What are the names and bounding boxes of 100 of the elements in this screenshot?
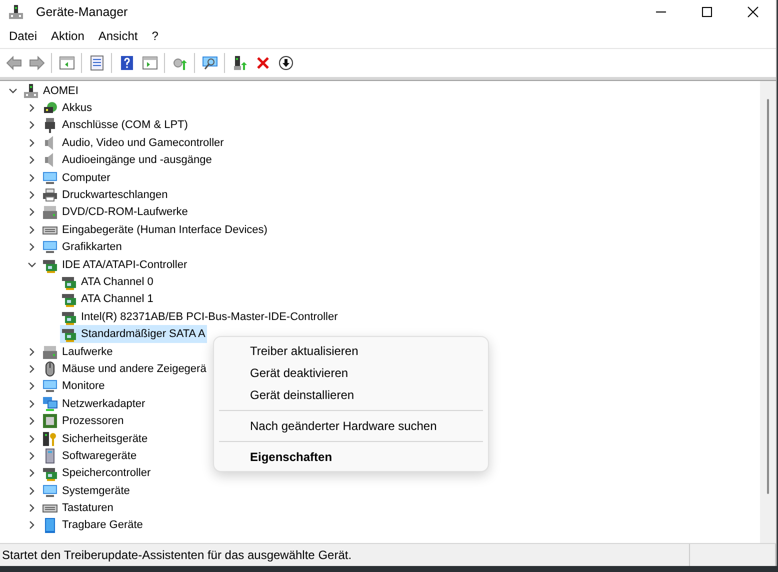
tree-item[interactable]: Monitore: [41, 378, 107, 396]
expand-chevron-icon[interactable]: [27, 398, 37, 409]
tree-label: AOMEI: [43, 84, 78, 97]
drive-icon: [42, 344, 58, 360]
computer-icon: [23, 82, 39, 99]
status-text: Startet den Treiberupdate-Assistenten für das ausgewählte Gerät.: [1, 547, 353, 564]
tree-label: Intel(R) 82371AB/EB PCI-Bus-Master-IDE-Controller: [81, 310, 338, 323]
tree-item[interactable]: Mäuse und andere Zeigegerä: [41, 360, 208, 378]
expand-chevron-icon[interactable]: [27, 138, 37, 148]
collapse-chevron-icon[interactable]: [27, 260, 37, 270]
back-icon: [6, 55, 22, 71]
tree-item[interactable]: Laufwerke: [41, 342, 115, 360]
expand-chevron-icon[interactable]: [27, 364, 37, 374]
expand-chevron-icon[interactable]: [27, 120, 37, 130]
tree-item[interactable]: Tragbare Geräte: [41, 516, 145, 534]
tree-item[interactable]: Eingabegeräte (Human Interface Devices): [41, 221, 270, 239]
menu-item[interactable]: Datei: [2, 26, 44, 46]
tree-item[interactable]: Speichercontroller: [41, 464, 153, 482]
monitor-icon: [42, 378, 58, 394]
expand-chevron-icon[interactable]: [27, 103, 37, 114]
tree-label: Tragbare Geräte: [62, 519, 143, 532]
computer-icon: [8, 4, 24, 20]
tree-label: Netzwerkadapter: [62, 398, 146, 410]
tree-label: Eingabegeräte (Human Interface Devices): [62, 224, 268, 236]
tree-label: Sicherheitsgeräte: [62, 432, 148, 444]
tree-item[interactable]: Softwaregeräte: [41, 447, 139, 465]
tree-item[interactable]: ATA Channel 0: [60, 273, 156, 291]
tree-label: Computer: [62, 172, 110, 184]
menu-item[interactable]: Aktion: [44, 26, 92, 46]
tree-label: DVD/CD-ROM-Laufwerke: [62, 206, 188, 218]
plug-icon: [42, 117, 58, 134]
expand-chevron-icon[interactable]: [27, 486, 37, 496]
tree-item[interactable]: Sicherheitsgeräte: [41, 430, 150, 448]
tree-item[interactable]: Prozessoren: [41, 412, 126, 430]
window-title: Geräte-Manager: [36, 5, 128, 19]
expand-chevron-icon[interactable]: [27, 381, 37, 392]
expand-chevron-icon[interactable]: [27, 468, 37, 478]
forward-icon: [28, 55, 44, 71]
expand-chevron-icon[interactable]: [27, 434, 37, 444]
tree-label: Monitore: [62, 380, 105, 392]
expand-chevron-icon[interactable]: [27, 450, 37, 461]
tree-label: Audioeingänge und -ausgänge: [62, 154, 212, 166]
expand-chevron-icon[interactable]: [27, 190, 37, 200]
maximize-icon: [701, 6, 713, 18]
action-pane-icon: [142, 55, 158, 71]
collapse-chevron-icon[interactable]: [8, 86, 18, 96]
expand-chevron-icon[interactable]: [27, 242, 37, 252]
tree-item[interactable]: AOMEI: [22, 82, 80, 100]
menu-item[interactable]: ?: [144, 26, 166, 46]
context-menu-item[interactable]: Eigenschaften: [219, 441, 483, 468]
context-menu-item[interactable]: Gerät deinstallieren: [219, 384, 483, 406]
tree-label: Systemgeräte: [62, 484, 130, 497]
expand-chevron-icon[interactable]: [27, 224, 37, 235]
expand-chevron-icon[interactable]: [27, 207, 37, 218]
scrollbar[interactable]: [760, 81, 776, 543]
expand-chevron-icon[interactable]: [27, 520, 37, 530]
expand-chevron-icon[interactable]: [27, 172, 37, 183]
tree-item[interactable]: Computer: [41, 168, 112, 186]
tree-item[interactable]: Grafikkarten: [41, 238, 124, 256]
close-icon: [747, 6, 759, 18]
tree-item[interactable]: Anschlüsse (COM & LPT): [41, 116, 190, 134]
tree-item[interactable]: Standardmäßiger SATA A: [60, 325, 208, 343]
tree-label: IDE ATA/ATAPI-Controller: [62, 258, 188, 271]
tree-item[interactable]: Intel(R) 82371AB/EB PCI-Bus-Master-IDE-Controller: [60, 308, 340, 326]
context-menu-item[interactable]: Nach geänderter Hardware suchen: [219, 410, 483, 437]
tree-item[interactable]: Druckwarteschlangen: [41, 186, 170, 204]
tree-label: Standardmäßiger SATA A: [81, 328, 206, 340]
card-icon: [61, 291, 77, 308]
tree-label: Speichercontroller: [62, 467, 151, 480]
tree-item[interactable]: Akkus: [41, 99, 94, 117]
tree-item[interactable]: Netzwerkadapter: [41, 395, 148, 412]
tree-item[interactable]: ATA Channel 1: [60, 290, 156, 308]
disable-device-icon: [278, 55, 294, 71]
tree-label: Mäuse und andere Zeigegerä: [62, 362, 206, 375]
menu-item[interactable]: Ansicht: [91, 26, 145, 46]
expand-chevron-icon[interactable]: [27, 416, 37, 426]
tree-label: Softwaregeräte: [62, 450, 137, 462]
tree-item[interactable]: Tastaturen: [41, 499, 116, 517]
expand-chevron-icon[interactable]: [27, 503, 37, 514]
monitor-icon: [42, 482, 58, 499]
tree-label: Tastaturen: [62, 502, 114, 514]
expand-chevron-icon[interactable]: [27, 155, 37, 166]
tree-item[interactable]: IDE ATA/ATAPI-Controller: [41, 256, 190, 274]
tree-item[interactable]: Audioeingänge und -ausgänge: [41, 152, 214, 169]
key-icon: [42, 430, 58, 446]
tree-label: ATA Channel 0: [81, 276, 154, 288]
card-icon: [61, 326, 77, 342]
expand-chevron-icon[interactable]: [27, 346, 37, 357]
context-menu-item[interactable]: Treiber aktualisieren: [219, 340, 483, 362]
printer-icon: [42, 187, 58, 204]
tree-item[interactable]: Systemgeräte: [41, 482, 132, 500]
tree-label: Prozessoren: [62, 415, 124, 428]
console-tree-icon: [58, 55, 74, 71]
tree-item[interactable]: Audio, Video und Gamecontroller: [41, 134, 226, 152]
scan-hardware-icon: [202, 55, 218, 71]
tree-label: Laufwerke: [62, 346, 113, 358]
context-menu-item[interactable]: Gerät deaktivieren: [219, 362, 483, 384]
tree-label: ATA Channel 1: [81, 293, 154, 306]
tree-item[interactable]: DVD/CD-ROM-Laufwerke: [41, 204, 190, 222]
monitor-icon: [42, 239, 58, 256]
